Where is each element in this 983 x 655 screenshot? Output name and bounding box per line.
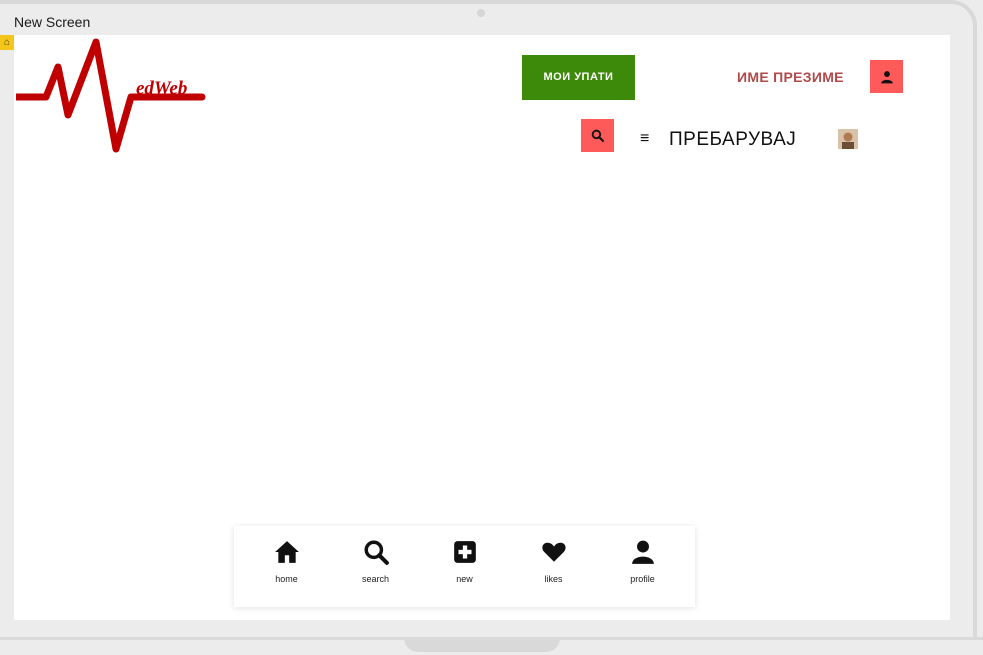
medweb-logo: edWeb — [16, 38, 206, 153]
nav-likes-label: likes — [544, 574, 563, 584]
nav-search[interactable]: search — [336, 539, 416, 584]
heart-icon — [541, 542, 566, 562]
laptop-notch — [404, 638, 560, 652]
avatar[interactable] — [838, 129, 858, 149]
nav-likes[interactable]: likes — [514, 539, 594, 584]
camera-dot — [477, 9, 485, 17]
app-screen: edWeb МОИ УПАТИ ИМЕ ПРЕЗИМЕ ≡ ПРЕБАРУВАЈ… — [14, 35, 950, 620]
search-button[interactable] — [581, 119, 614, 152]
home-marker-icon: ⌂ — [0, 35, 14, 50]
home-icon — [274, 541, 299, 563]
logo-text: edWeb — [136, 78, 187, 99]
nav-search-label: search — [361, 574, 389, 584]
profile-button[interactable] — [870, 60, 903, 93]
search-icon — [591, 129, 604, 142]
nav-new-label: new — [456, 574, 473, 584]
plus-square-icon — [453, 541, 476, 563]
user-icon — [880, 70, 893, 83]
search-icon — [364, 540, 389, 565]
my-referrals-button[interactable]: МОИ УПАТИ — [522, 55, 635, 100]
nav-new[interactable]: new — [425, 539, 505, 584]
bottom-navigation: home search new likes profile — [234, 526, 695, 607]
nav-profile[interactable]: profile — [603, 539, 683, 584]
menu-icon[interactable]: ≡ — [640, 131, 649, 147]
user-name-link[interactable]: ИМЕ ПРЕЗИМЕ — [737, 69, 844, 85]
nav-home-label: home — [275, 574, 298, 584]
window-title: New Screen — [14, 14, 91, 30]
avatar-image — [838, 129, 858, 149]
nav-profile-label: profile — [630, 574, 655, 584]
nav-home[interactable]: home — [247, 539, 327, 584]
user-icon — [631, 540, 654, 564]
search-label[interactable]: ПРЕБАРУВАЈ — [669, 129, 796, 151]
